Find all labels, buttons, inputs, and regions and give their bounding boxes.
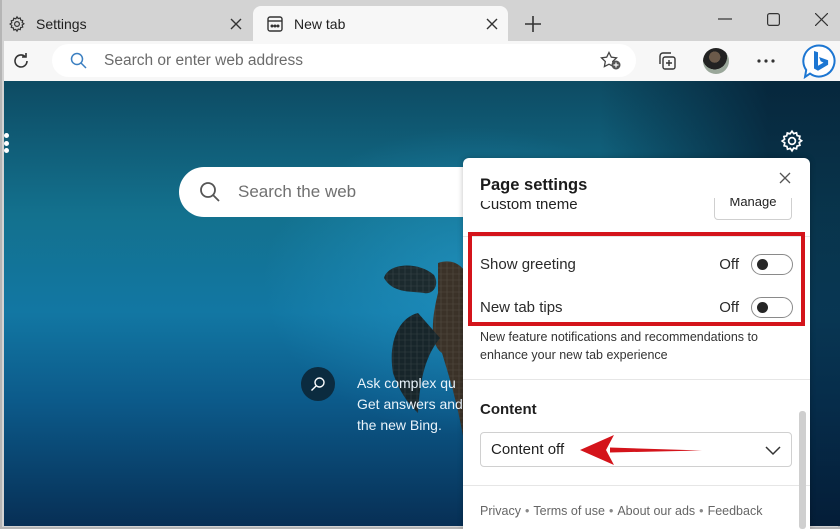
close-window-button[interactable] (806, 8, 836, 30)
gear-icon (7, 14, 27, 34)
show-greeting-label: Show greeting (480, 255, 576, 273)
tab-settings[interactable]: Settings (4, 6, 252, 41)
chevron-down-icon (764, 442, 782, 458)
divider (463, 485, 810, 486)
new-tab-button[interactable] (520, 11, 546, 37)
bing-chat-icon[interactable] (801, 43, 837, 80)
divider (463, 379, 810, 380)
page-settings-gear-icon[interactable] (780, 129, 804, 153)
bing-search-button[interactable] (301, 367, 335, 401)
new-tab-tips-label: New tab tips (480, 298, 563, 316)
content-select-value: Content off (491, 441, 565, 458)
refresh-icon[interactable] (10, 50, 32, 72)
page-settings-panel: Page settings Custom theme Manage Show g… (463, 158, 810, 529)
maximize-button[interactable] (758, 8, 788, 30)
content-heading: Content (480, 401, 537, 418)
tab-new-tab[interactable]: New tab (253, 6, 508, 41)
arrow-annotation (580, 435, 702, 465)
show-greeting-row: Show greeting Off (480, 252, 793, 276)
new-tab-tips-toggle[interactable] (751, 296, 793, 318)
terms-link[interactable]: Terms of use (533, 504, 605, 518)
close-tab-icon[interactable] (482, 14, 502, 34)
tab-label: New tab (294, 15, 346, 32)
custom-theme-label: Custom theme (480, 196, 578, 213)
toolbar: Search or enter web address (4, 41, 840, 81)
feedback-link[interactable]: Feedback (708, 504, 763, 518)
collections-icon[interactable] (655, 49, 679, 73)
tab-strip: Settings New tab (2, 0, 840, 41)
panel-scrollbar[interactable] (799, 411, 806, 529)
profile-avatar[interactable] (703, 48, 729, 74)
browser-window: Settings New tab Search or enter web add… (0, 0, 840, 529)
newtab-page-icon (265, 14, 285, 34)
apps-launcher-icon[interactable] (4, 133, 10, 155)
new-tab-tips-row: New tab tips Off (480, 295, 793, 319)
show-greeting-state: Off (719, 255, 739, 273)
web-search-box[interactable]: Search the web (179, 167, 479, 217)
more-icon[interactable] (754, 49, 778, 73)
tips-description: New feature notifications and recommenda… (480, 330, 758, 362)
address-bar[interactable]: Search or enter web address (52, 44, 636, 77)
manage-button[interactable]: Manage (714, 198, 792, 220)
tab-label: Settings (36, 15, 87, 32)
search-icon (199, 181, 221, 203)
bing-promo-text[interactable]: Ask complex qu Get answers and the new B… (357, 373, 467, 436)
minimize-button[interactable] (710, 8, 740, 30)
close-tab-icon[interactable] (226, 14, 246, 34)
show-greeting-toggle[interactable] (751, 253, 793, 275)
panel-title: Page settings (480, 176, 588, 194)
divider (463, 236, 810, 237)
close-icon[interactable] (779, 171, 795, 187)
favorites-add-icon[interactable] (600, 51, 622, 71)
address-input-placeholder: Search or enter web address (104, 51, 304, 69)
web-search-placeholder: Search the web (238, 182, 357, 201)
new-tab-tips-state: Off (719, 298, 739, 316)
about-ads-link[interactable]: About our ads (617, 504, 695, 518)
footer-links: Privacy • Terms of use • About our ads • Feedb… (480, 504, 763, 518)
search-icon (70, 52, 88, 70)
privacy-link[interactable]: Privacy (480, 504, 521, 518)
